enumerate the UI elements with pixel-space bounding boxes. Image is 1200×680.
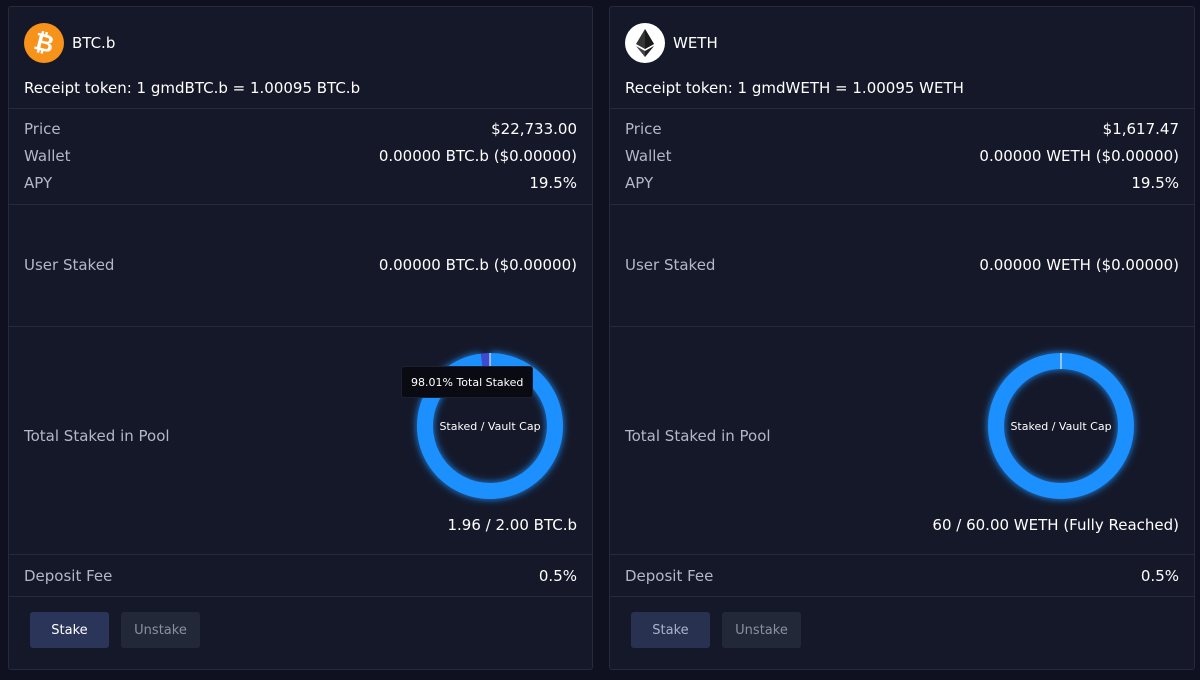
token-name: BTC.b [72, 34, 116, 52]
price-row: Price $22,733.00 [24, 120, 577, 138]
unstake-button[interactable]: Unstake [722, 612, 801, 648]
divider [9, 554, 592, 555]
wallet-row: Wallet 0.00000 BTC.b ($0.00000) [24, 147, 577, 165]
divider [610, 596, 1194, 597]
apy-label: APY [625, 174, 654, 192]
wallet-value: 0.00000 BTC.b ($0.00000) [378, 147, 577, 165]
card-header: ₿ BTC.b [24, 23, 115, 63]
wallet-value: 0.00000 WETH ($0.00000) [979, 147, 1179, 165]
user-staked-value: 0.00000 BTC.b ($0.00000) [378, 256, 577, 274]
divider [610, 326, 1194, 327]
svg-text:₿: ₿ [31, 27, 57, 59]
apy-row: APY 19.5% [625, 174, 1179, 192]
apy-row: APY 19.5% [24, 174, 577, 192]
bitcoin-icon: ₿ [24, 23, 64, 63]
divider [610, 108, 1194, 109]
divider [9, 204, 592, 205]
divider [9, 108, 592, 109]
deposit-fee-row: Deposit Fee 0.5% [625, 567, 1179, 585]
deposit-fee-label: Deposit Fee [24, 567, 113, 585]
pool-amount: 60 / 60.00 WETH (Fully Reached) [932, 516, 1179, 534]
wallet-row: Wallet 0.00000 WETH ($0.00000) [625, 147, 1179, 165]
deposit-fee-label: Deposit Fee [625, 567, 714, 585]
divider [610, 554, 1194, 555]
deposit-fee-value: 0.5% [1140, 567, 1179, 585]
price-label: Price [625, 120, 662, 138]
price-value: $22,733.00 [491, 120, 577, 138]
divider [9, 596, 592, 597]
token-name: WETH [673, 34, 718, 52]
apy-value: 19.5% [529, 174, 577, 192]
price-row: Price $1,617.47 [625, 120, 1179, 138]
user-staked-label: User Staked [625, 256, 716, 274]
apy-value: 19.5% [1131, 174, 1179, 192]
apy-label: APY [24, 174, 53, 192]
unstake-button[interactable]: Unstake [121, 612, 200, 648]
pool-label: Total Staked in Pool [24, 427, 170, 445]
receipt-token-text: Receipt token: 1 gmdBTC.b = 1.00095 BTC.… [24, 79, 361, 97]
divider [610, 204, 1194, 205]
user-staked-value: 0.00000 WETH ($0.00000) [979, 256, 1179, 274]
deposit-fee-row: Deposit Fee 0.5% [24, 567, 577, 585]
wallet-label: Wallet [625, 147, 672, 165]
chart-center-label: Staked / Vault Cap [1010, 419, 1112, 433]
user-staked-row: User Staked 0.00000 WETH ($0.00000) [625, 256, 1179, 274]
vault-card-weth: WETH Receipt token: 1 gmdWETH = 1.00095 … [609, 6, 1195, 670]
ethereum-icon [625, 23, 665, 63]
vault-card-btc: ₿ BTC.b Receipt token: 1 gmdBTC.b = 1.00… [8, 6, 593, 670]
card-header: WETH [625, 23, 718, 63]
staked-donut-chart[interactable]: Staked / Vault Cap [981, 346, 1141, 506]
vault-page: ₿ BTC.b Receipt token: 1 gmdBTC.b = 1.00… [0, 0, 1200, 680]
user-staked-row: User Staked 0.00000 BTC.b ($0.00000) [24, 256, 577, 274]
pool-label: Total Staked in Pool [625, 427, 771, 445]
stake-button[interactable]: Stake [30, 612, 109, 648]
price-value: $1,617.47 [1102, 120, 1179, 138]
price-label: Price [24, 120, 61, 138]
receipt-token-text: Receipt token: 1 gmdWETH = 1.00095 WETH [625, 79, 964, 97]
deposit-fee-value: 0.5% [538, 567, 577, 585]
stake-button[interactable]: Stake [631, 612, 710, 648]
pool-amount: 1.96 / 2.00 BTC.b [447, 516, 578, 534]
chart-tooltip: 98.01% Total Staked [401, 366, 534, 398]
user-staked-label: User Staked [24, 256, 115, 274]
wallet-label: Wallet [24, 147, 71, 165]
divider [9, 326, 592, 327]
